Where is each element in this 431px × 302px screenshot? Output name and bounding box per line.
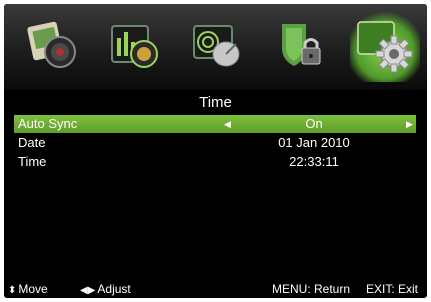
auto-sync-label: Auto Sync [18, 116, 78, 131]
auto-sync-value: On [305, 116, 323, 131]
exit-hint: EXIT: Exit [366, 282, 419, 296]
time-value: 22:33:11 [289, 154, 339, 169]
picture-menu-tab[interactable] [24, 16, 82, 74]
auto-sync-row[interactable]: Auto Sync ◀ On ▶ [14, 115, 416, 133]
lock-menu-tab[interactable] [272, 16, 330, 74]
left-right-arrows-icon: ◀▶ [80, 285, 96, 296]
hint-bar: ⬍ Move ◀▶ Adjust MENU: Return EXIT: Exit [4, 280, 427, 298]
page-title: Time [199, 94, 232, 111]
camera-picture-icon [27, 21, 76, 68]
time-label: Time [18, 154, 47, 169]
adjust-hint-label: Adjust [97, 282, 131, 296]
satellite-dish-icon [193, 25, 240, 67]
date-row[interactable]: Date 01 Jan 2010 [14, 134, 416, 152]
osd-screen: Time Auto Sync ◀ On ▶ Date 01 Jan 2010 T… [4, 4, 427, 298]
adjust-hint: ◀▶ Adjust [80, 280, 131, 298]
gear-setup-icon [357, 21, 413, 73]
channel-menu-tab[interactable] [188, 16, 246, 74]
right-arrow-icon[interactable]: ▶ [406, 115, 413, 133]
move-hint-label: Move [18, 282, 48, 296]
shield-lock-icon [282, 24, 321, 66]
date-label: Date [18, 135, 46, 150]
menu-icon-bar [4, 4, 427, 90]
left-arrow-icon[interactable]: ◀ [224, 115, 231, 133]
move-hint: ⬍ Move [8, 280, 48, 298]
setup-menu-tab[interactable] [350, 12, 420, 82]
sound-menu-tab[interactable] [106, 16, 164, 74]
time-row[interactable]: Time 22:33:11 [14, 153, 416, 171]
date-value: 01 Jan 2010 [278, 135, 350, 150]
tv-frame: Time Auto Sync ◀ On ▶ Date 01 Jan 2010 T… [0, 0, 431, 302]
up-down-arrows-icon: ⬍ [8, 285, 17, 296]
menu-return-hint: MENU: Return [272, 282, 351, 296]
equalizer-sound-icon [111, 25, 158, 68]
